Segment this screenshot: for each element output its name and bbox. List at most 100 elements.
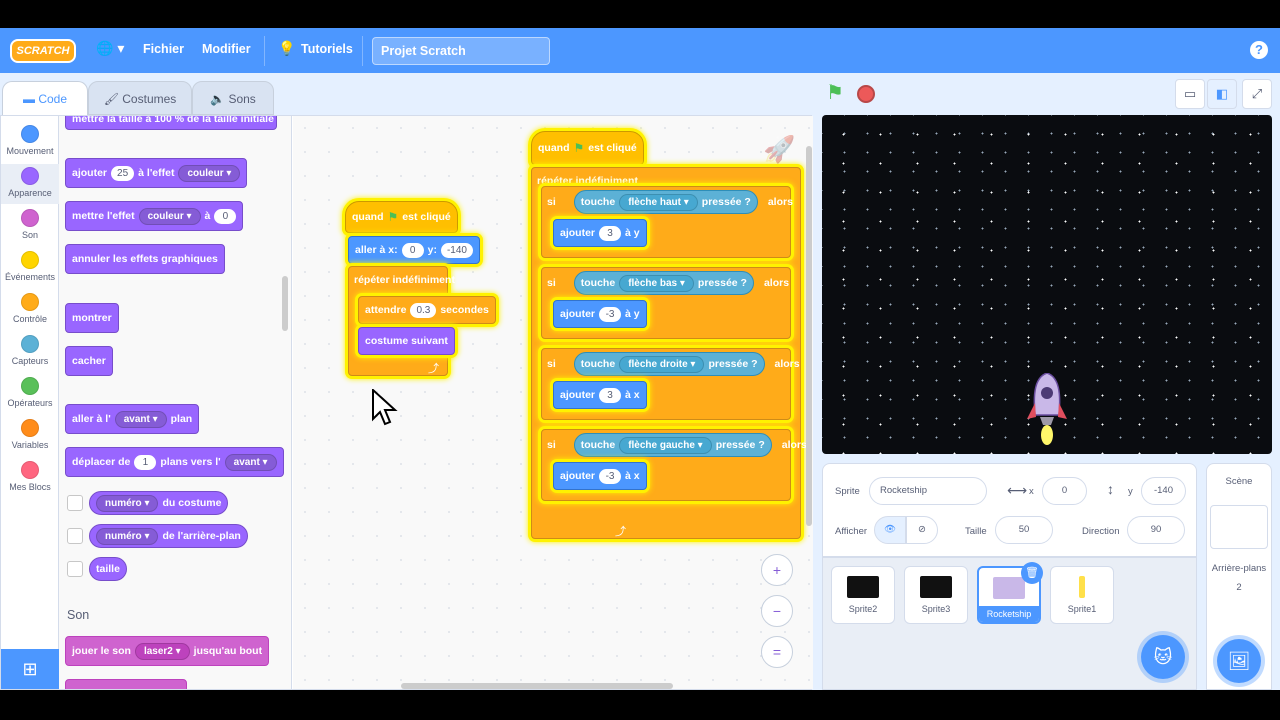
stage-canvas[interactable] bbox=[822, 115, 1272, 454]
small-stage-icon[interactable]: ▭ bbox=[1175, 79, 1205, 109]
palette-scrollbar[interactable] bbox=[282, 276, 288, 331]
stop-button[interactable] bbox=[857, 85, 875, 103]
block-dropdown[interactable]: flèche droite bbox=[619, 355, 705, 373]
add-extension-icon[interactable]: ⊞ bbox=[1, 649, 59, 689]
reporter-backdrop-number[interactable]: numéro de l'arrière-plan bbox=[89, 524, 248, 548]
monitor-checkbox[interactable] bbox=[67, 561, 83, 577]
block-goto-layer[interactable]: aller à l' avant plan bbox=[65, 404, 200, 434]
block-number-input[interactable]: 0 bbox=[214, 208, 237, 224]
block-next-costume[interactable]: costume suivant bbox=[358, 327, 455, 355]
block-change-coordinate[interactable]: ajouter -3 à x bbox=[553, 462, 647, 490]
sprite-name-input[interactable]: Rocketship bbox=[869, 477, 987, 505]
horizontal-scrollbar[interactable] bbox=[401, 683, 673, 689]
sprite-y-input[interactable]: -140 bbox=[1141, 477, 1186, 505]
block-sound-partial[interactable] bbox=[65, 679, 187, 689]
sensing-key-pressed[interactable]: toucheflèche baspressée ? bbox=[573, 271, 754, 295]
backdrop-thumbnail[interactable] bbox=[1210, 505, 1268, 549]
monitor-checkbox[interactable] bbox=[67, 495, 83, 511]
sprite-thumb-sprite3[interactable]: Sprite3 bbox=[904, 566, 968, 624]
block-dropdown[interactable]: flèche gauche bbox=[619, 436, 712, 454]
menu-edit[interactable]: Modifier bbox=[202, 42, 251, 56]
block-set-size[interactable]: mettre la taille à 100 % de la taille in… bbox=[65, 116, 277, 130]
block-move-layers[interactable]: déplacer de 1 plans vers l' avant bbox=[65, 447, 284, 477]
tab-code[interactable]: ▬ Code bbox=[2, 81, 88, 115]
category-contrôle[interactable]: Contrôle bbox=[1, 290, 59, 330]
block-dropdown[interactable]: couleur bbox=[178, 164, 241, 182]
sprite-thumb-rocketship[interactable]: Rocketship 🗑 bbox=[977, 562, 1043, 624]
script-area[interactable]: quand ⚑ est cliqué aller à x: 0 y: -140 … bbox=[293, 116, 813, 689]
block-number-input[interactable]: 0 bbox=[401, 242, 424, 258]
delete-sprite-icon[interactable]: 🗑 bbox=[1021, 562, 1043, 584]
tab-costumes[interactable]: 🖌 Costumes bbox=[88, 81, 192, 115]
block-change-effect[interactable]: ajouter 25 à l'effet couleur bbox=[65, 158, 248, 188]
category-mouvement[interactable]: Mouvement bbox=[1, 122, 59, 162]
category-événements[interactable]: Événements bbox=[1, 248, 59, 288]
zoom-reset-icon[interactable]: = bbox=[761, 636, 793, 668]
block-wait[interactable]: attendre 0.3 secondes bbox=[358, 296, 496, 324]
reporter-costume-number[interactable]: numéro du costume bbox=[89, 491, 229, 515]
block-dropdown[interactable]: avant bbox=[224, 453, 277, 471]
large-stage-icon[interactable]: ◧ bbox=[1207, 79, 1237, 109]
sprite-thumb-sprite2[interactable]: Sprite2 bbox=[831, 566, 895, 624]
block-dropdown[interactable]: avant bbox=[114, 410, 167, 428]
zoom-in-icon[interactable]: + bbox=[761, 554, 793, 586]
block-number-input[interactable]: -3 bbox=[599, 306, 622, 322]
block-dropdown[interactable]: numéro bbox=[96, 494, 159, 512]
block-number-input[interactable]: 25 bbox=[111, 165, 135, 181]
category-apparence[interactable]: Apparence bbox=[1, 164, 59, 204]
zoom-out-icon[interactable]: − bbox=[761, 595, 793, 627]
block-number-input[interactable]: -140 bbox=[440, 242, 473, 258]
block-number-input[interactable]: 1 bbox=[134, 454, 157, 470]
choose-sprite-icon[interactable]: 🐱 bbox=[1141, 635, 1185, 679]
block-dropdown[interactable]: flèche bas bbox=[619, 274, 694, 292]
block-dropdown[interactable]: laser2 bbox=[134, 642, 190, 660]
block-set-effect[interactable]: mettre l'effet couleur à 0 bbox=[65, 201, 244, 231]
category-variables[interactable]: Variables bbox=[1, 416, 59, 456]
sprite-x-input[interactable]: 0 bbox=[1042, 477, 1087, 505]
scratch-logo[interactable]: SCRATCH bbox=[10, 39, 76, 63]
block-change-coordinate[interactable]: ajouter -3 à y bbox=[553, 300, 647, 328]
block-clear-effects[interactable]: annuler les effets graphiques bbox=[65, 244, 225, 274]
menu-tutorials[interactable]: Tutoriels bbox=[301, 42, 353, 56]
block-number-input[interactable]: -3 bbox=[599, 468, 622, 484]
sprite-direction-input[interactable]: 90 bbox=[1127, 516, 1185, 544]
sensing-key-pressed[interactable]: toucheflèche droitepressée ? bbox=[573, 352, 765, 376]
sensing-key-pressed[interactable]: toucheflèche hautpressée ? bbox=[573, 190, 758, 214]
category-capteurs[interactable]: Capteurs bbox=[1, 332, 59, 372]
block-play-sound-until-done[interactable]: jouer le son laser2 jusqu'au bout bbox=[65, 636, 270, 666]
menu-file[interactable]: Fichier bbox=[143, 42, 184, 56]
block-number-input[interactable]: 3 bbox=[599, 225, 622, 241]
hide-eye-icon[interactable]: ⊘ bbox=[906, 516, 938, 544]
sensing-key-pressed[interactable]: toucheflèche gauchepressée ? bbox=[573, 433, 772, 457]
block-dropdown[interactable]: couleur bbox=[138, 207, 201, 225]
show-eye-icon[interactable]: 👁 bbox=[874, 516, 906, 544]
green-flag-button[interactable]: ⚑ bbox=[826, 83, 848, 104]
rocketship-sprite[interactable] bbox=[1027, 372, 1067, 445]
block-dropdown[interactable]: flèche haut bbox=[619, 193, 698, 211]
reporter-size[interactable]: taille bbox=[89, 557, 127, 581]
tab-sounds[interactable]: 🔈 Sons bbox=[192, 81, 274, 115]
category-mes blocs[interactable]: Mes Blocs bbox=[1, 458, 59, 498]
block-goto-xy[interactable]: aller à x: 0 y: -140 bbox=[348, 236, 480, 264]
help-icon[interactable]: ? bbox=[1250, 41, 1268, 59]
language-globe-icon[interactable]: 🌐 ▾ bbox=[96, 40, 124, 57]
block-dropdown[interactable]: numéro bbox=[96, 527, 159, 545]
category-opérateurs[interactable]: Opérateurs bbox=[1, 374, 59, 414]
block-hide[interactable]: cacher bbox=[65, 346, 113, 376]
hat-when-flag-clicked[interactable]: quand ⚑ est cliqué bbox=[345, 201, 458, 233]
block-change-coordinate[interactable]: ajouter 3 à x bbox=[553, 381, 647, 409]
block-number-input[interactable]: 3 bbox=[599, 387, 622, 403]
fullscreen-icon[interactable]: ⤢ bbox=[1242, 79, 1272, 109]
project-title-input[interactable]: Projet Scratch bbox=[372, 37, 550, 65]
block-number-input[interactable]: 0.3 bbox=[410, 302, 437, 318]
category-son[interactable]: Son bbox=[1, 206, 59, 246]
monitor-checkbox[interactable] bbox=[67, 528, 83, 544]
stage-selector[interactable]: Scène Arrière-plans 2 🖼 bbox=[1206, 463, 1272, 690]
choose-backdrop-icon[interactable]: 🖼 bbox=[1217, 639, 1261, 683]
hat-when-flag-clicked[interactable]: quand ⚑ est cliqué bbox=[531, 131, 644, 165]
block-show[interactable]: montrer bbox=[65, 303, 119, 333]
sprite-size-input[interactable]: 50 bbox=[995, 516, 1053, 544]
block-change-coordinate[interactable]: ajouter 3 à y bbox=[553, 219, 647, 247]
vertical-scrollbar[interactable] bbox=[806, 146, 812, 526]
sprite-thumb-sprite1[interactable]: Sprite1 bbox=[1050, 566, 1114, 624]
